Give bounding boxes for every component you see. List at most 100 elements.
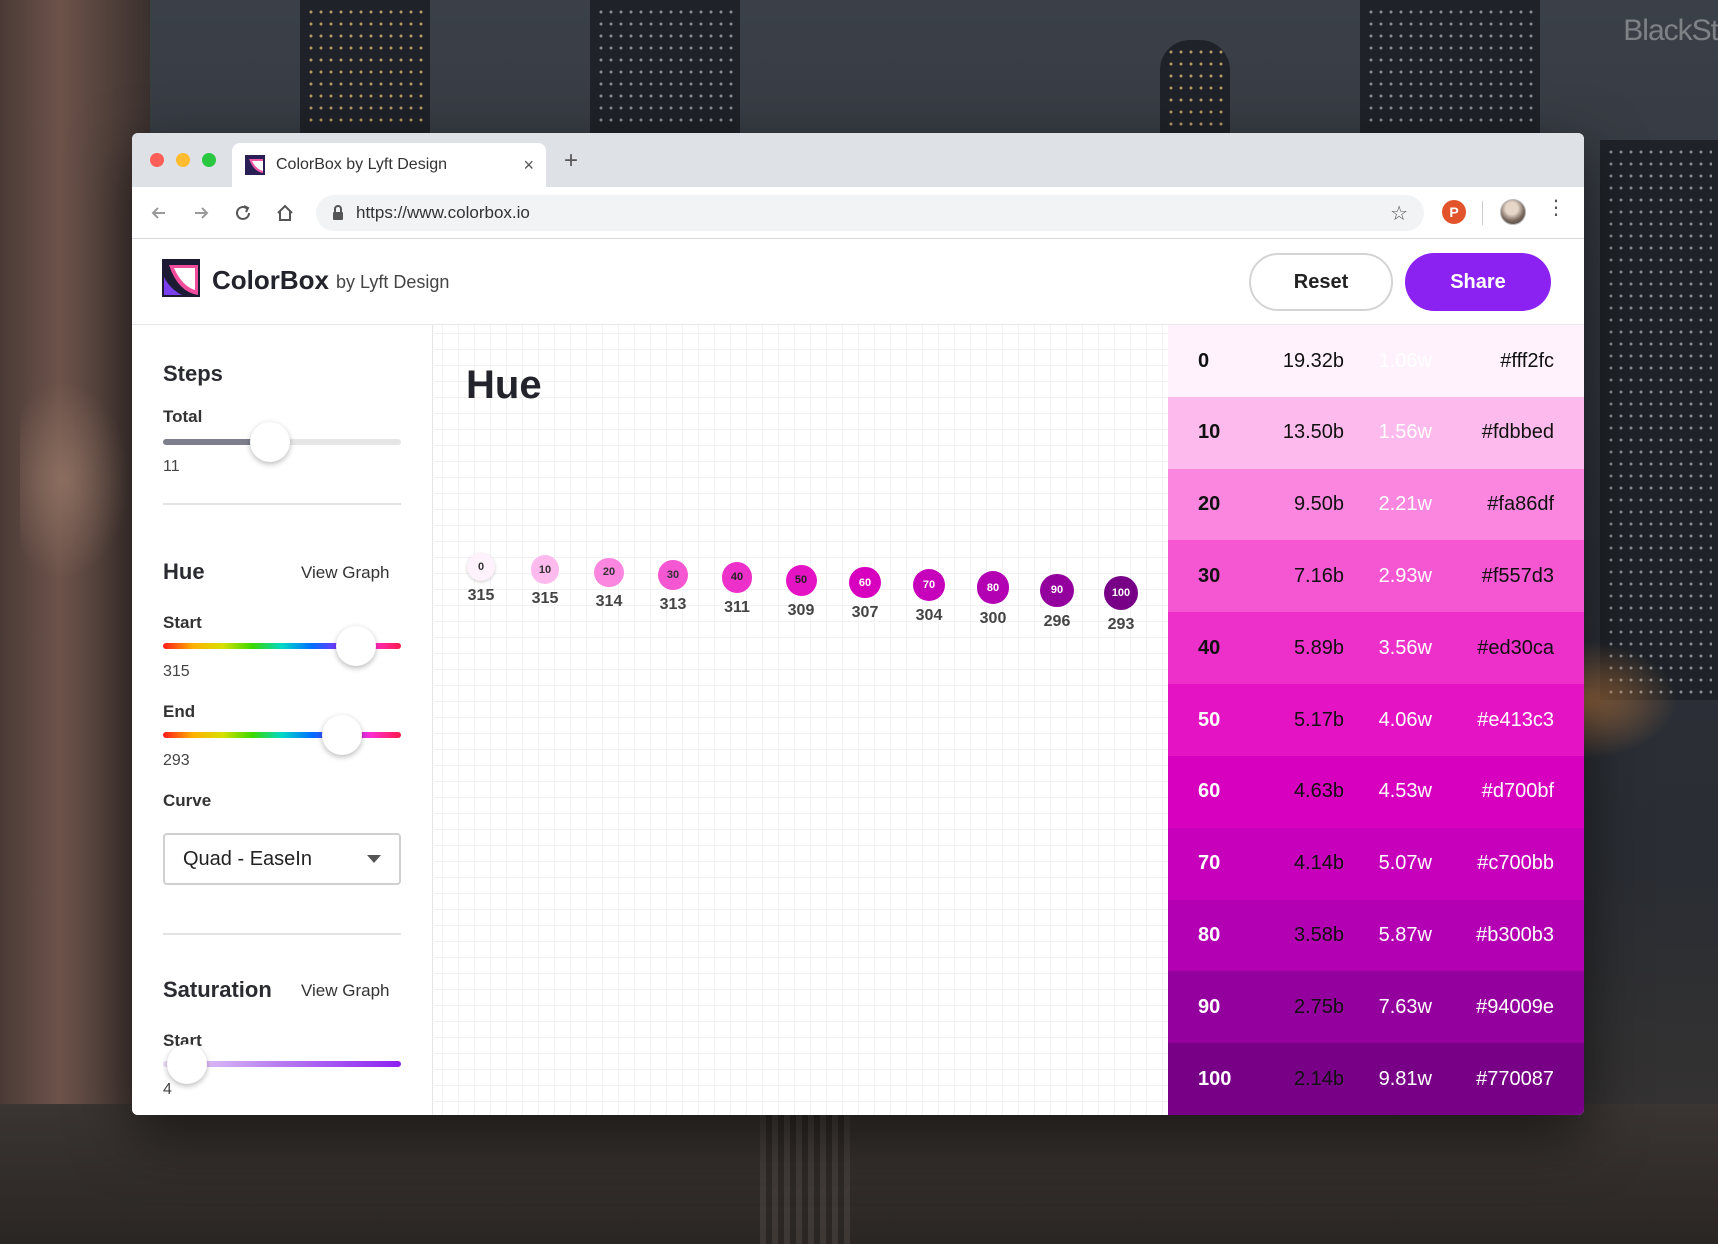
hue-step-value: 296 [1043,613,1071,631]
address-bar[interactable]: https://www.colorbox.io ☆ [316,195,1424,231]
curve-select-value: Quad - EaseIn [183,847,312,870]
total-value: 11 [163,458,180,475]
hue-graph-panel: Hue 0 315 10 315 20 314 30 313 40 311 50 309 60 307 70… [434,325,1168,1115]
swatch-contrast-white: 4.06w [1378,708,1432,731]
wallpaper-wall [0,0,150,1244]
hue-step-node[interactable]: 90 [1040,573,1074,608]
hue-step-value: 315 [467,587,495,604]
close-window-button[interactable] [150,153,164,167]
profile-avatar[interactable] [1500,199,1526,225]
hue-step-node[interactable]: 40 [721,562,753,593]
hue-step-value: 293 [1107,616,1135,633]
wallpaper-watermark: BlackSt [1623,14,1718,47]
hue-step-node[interactable]: 60 [849,566,881,599]
graph-title: Hue [466,363,542,407]
wallpaper-building [1600,140,1718,700]
color-swatch-row[interactable]: 10 13.50b 1.56w #fdbbed [1168,396,1584,469]
hue-step-value: 311 [724,598,750,616]
extension-icon[interactable]: P [1442,200,1466,224]
colorbox-favicon-icon [244,154,266,176]
minimize-window-button[interactable] [176,153,190,167]
hue-step-value: 314 [595,592,623,610]
back-icon[interactable] [144,198,174,228]
hue-step-node[interactable]: 80 [976,571,1010,605]
swatch-contrast-black: 4.14b [1293,852,1344,875]
curve-select[interactable]: Quad - EaseIn [163,833,401,885]
menu-kebab-icon[interactable]: ⋮ [1546,198,1566,218]
hue-view-graph-link[interactable]: View Graph [301,563,390,583]
saturation-start-value: 4 [163,1081,172,1098]
hue-step-value: 304 [915,607,943,625]
color-swatch-row[interactable]: 70 4.14b 5.07w #c700bb [1168,827,1584,900]
color-swatch-row[interactable]: 0 19.32b 1.06w #fff2fc [1168,325,1584,397]
swatch-hex: #e413c3 [1477,708,1554,731]
browser-tab[interactable]: ColorBox by Lyft Design × [232,143,546,187]
reset-button[interactable]: Reset [1249,253,1393,311]
hue-start-label: Start [163,613,202,632]
swatch-contrast-white: 7.63w [1378,995,1432,1018]
hue-step-value: 309 [787,601,815,619]
swatch-step: 10 [1198,421,1221,444]
swatch-hex: #c700bb [1477,852,1554,875]
hue-step-value: 307 [851,604,879,622]
tab-bar: ColorBox by Lyft Design × + [132,133,1584,187]
section-divider [163,933,401,935]
hue-step-node[interactable]: 50 [785,564,817,596]
hue-step-node[interactable]: 0 [467,553,495,581]
section-divider [163,503,401,505]
color-swatch-row[interactable]: 30 7.16b 2.93w #f557d3 [1168,540,1584,613]
hue-end-slider-track[interactable] [163,732,401,738]
swatch-contrast-black: 13.50b [1282,421,1344,444]
new-tab-button[interactable]: + [564,147,578,175]
hue-step-node[interactable]: 100 [1104,576,1138,610]
share-button[interactable]: Share [1405,253,1551,311]
swatch-contrast-black: 2.14b [1293,1067,1344,1090]
browser-toolbar: https://www.colorbox.io ☆ P ⋮ [132,187,1584,239]
wallpaper-building [1160,40,1230,133]
hue-step-node[interactable]: 30 [658,559,688,590]
settings-sidebar: Steps Total 11 Hue View Graph Start 315 … [132,325,433,1115]
swatch-contrast-black: 9.50b [1293,493,1344,516]
color-swatch-row[interactable]: 60 4.63b 4.53w #d700bf [1168,755,1584,828]
color-swatch-list: 0 19.32b 1.06w #fff2fc 10 13.50b 1.56w #fdbbed 2… [1168,325,1584,1115]
home-icon[interactable] [270,198,300,228]
swatch-contrast-white: 1.06w [1378,349,1432,372]
steps-heading: Steps [163,361,223,386]
hue-start-slider-handle[interactable] [335,626,376,666]
swatch-step: 30 [1198,564,1221,587]
close-tab-icon[interactable]: × [523,155,534,176]
app-header: ColorBox by Lyft Design Reset Share [132,239,1584,325]
curve-label: Curve [163,791,212,810]
app-content: Steps Total 11 Hue View Graph Start 315 … [132,325,1584,1115]
swatch-step: 20 [1198,493,1221,516]
maximize-window-button[interactable] [202,153,216,167]
color-swatch-row[interactable]: 80 3.58b 5.87w #b300b3 [1168,899,1584,972]
url-text: https://www.colorbox.io [356,203,530,222]
color-swatch-row[interactable]: 90 2.75b 7.63w #94009e [1168,971,1584,1044]
swatch-hex: #770087 [1476,1067,1554,1090]
swatch-hex: #94009e [1476,995,1554,1018]
swatch-hex: #b300b3 [1476,924,1554,947]
saturation-view-graph-link[interactable]: View Graph [301,981,390,1001]
bookmark-star-icon[interactable]: ☆ [1390,201,1408,226]
swatch-step: 50 [1198,708,1221,731]
color-swatch-row[interactable]: 100 2.14b 9.81w #770087 [1168,1043,1584,1115]
color-swatch-row[interactable]: 20 9.50b 2.21w #fa86df [1168,468,1584,541]
total-slider-handle[interactable] [250,422,291,462]
swatch-step: 40 [1198,636,1221,659]
hue-end-slider-handle[interactable] [321,715,362,755]
reload-icon[interactable] [228,198,258,228]
color-swatch-row[interactable]: 50 5.17b 4.06w #e413c3 [1168,684,1584,757]
swatch-hex: #d700bf [1481,780,1554,803]
hue-step-node[interactable]: 20 [594,557,624,587]
colorbox-logo-icon [162,259,200,297]
swatch-hex: #fdbbed [1481,421,1554,444]
forward-icon[interactable] [186,198,216,228]
hue-step-node[interactable]: 10 [530,555,560,584]
swatch-contrast-white: 5.87w [1378,924,1432,947]
hue-step-node[interactable]: 70 [912,569,946,602]
saturation-heading: Saturation [163,977,272,1002]
swatch-hex: #fff2fc [1500,349,1554,372]
saturation-start-slider-handle[interactable] [166,1044,207,1084]
color-swatch-row[interactable]: 40 5.89b 3.56w #ed30ca [1168,612,1584,685]
